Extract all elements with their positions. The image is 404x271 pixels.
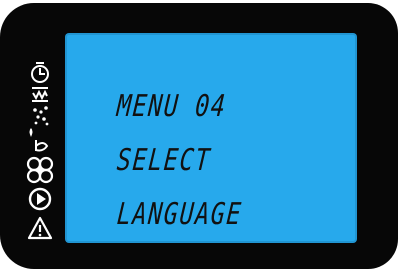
- play-icon: [28, 187, 52, 211]
- menu-action-text: SELECT: [115, 143, 213, 178]
- steam-icon: [29, 128, 49, 152]
- status-icon-column: [0, 0, 56, 271]
- warning-icon: [27, 216, 53, 240]
- lcd-screen: MENU 04 SELECT LANGUAGE: [65, 33, 357, 243]
- fan-icon: [26, 156, 54, 184]
- clock-icon: [31, 62, 49, 83]
- menu-number-text: MENU 04: [115, 89, 228, 124]
- sparkle-icon: [33, 106, 49, 126]
- menu-option-text: LANGUAGE: [115, 197, 244, 232]
- heating-icon: [32, 87, 48, 102]
